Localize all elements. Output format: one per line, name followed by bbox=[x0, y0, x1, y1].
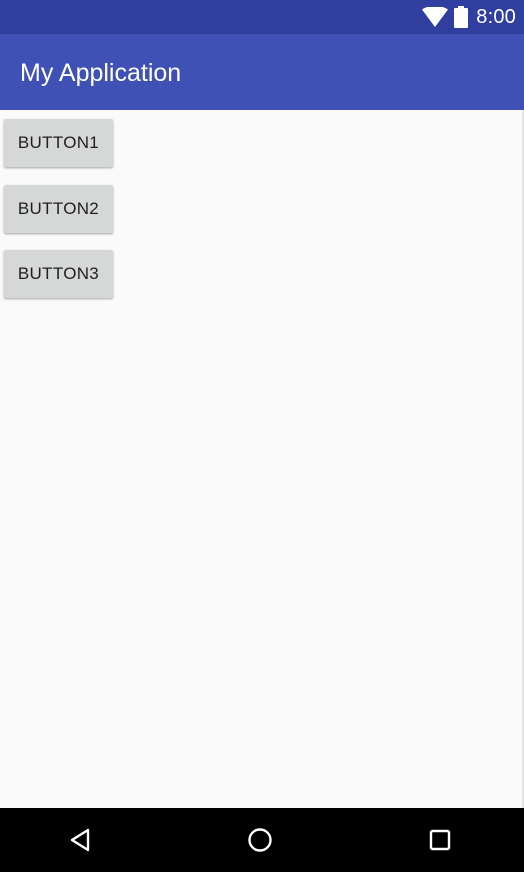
status-icons: 8:00 bbox=[422, 0, 516, 34]
status-bar: 8:00 bbox=[0, 0, 524, 34]
button3[interactable]: BUTTON3 bbox=[4, 250, 113, 298]
app-bar: My Application bbox=[0, 34, 524, 110]
back-icon bbox=[70, 828, 90, 852]
button1[interactable]: BUTTON1 bbox=[4, 119, 113, 167]
device-screen: 8:00 My Application BUTTON1 BUTTON2 BUTT… bbox=[0, 0, 524, 872]
wifi-icon bbox=[422, 7, 449, 27]
home-icon bbox=[248, 828, 272, 852]
home-button[interactable] bbox=[230, 808, 290, 872]
navigation-bar bbox=[0, 808, 524, 872]
status-time: 8:00 bbox=[476, 5, 516, 28]
battery-icon bbox=[454, 6, 469, 28]
button2[interactable]: BUTTON2 bbox=[4, 185, 113, 233]
back-button[interactable] bbox=[50, 808, 110, 872]
recents-icon bbox=[429, 829, 451, 851]
app-title: My Application bbox=[20, 59, 182, 87]
recents-button[interactable] bbox=[410, 808, 470, 872]
content-area: BUTTON1 BUTTON2 BUTTON3 bbox=[0, 110, 524, 808]
